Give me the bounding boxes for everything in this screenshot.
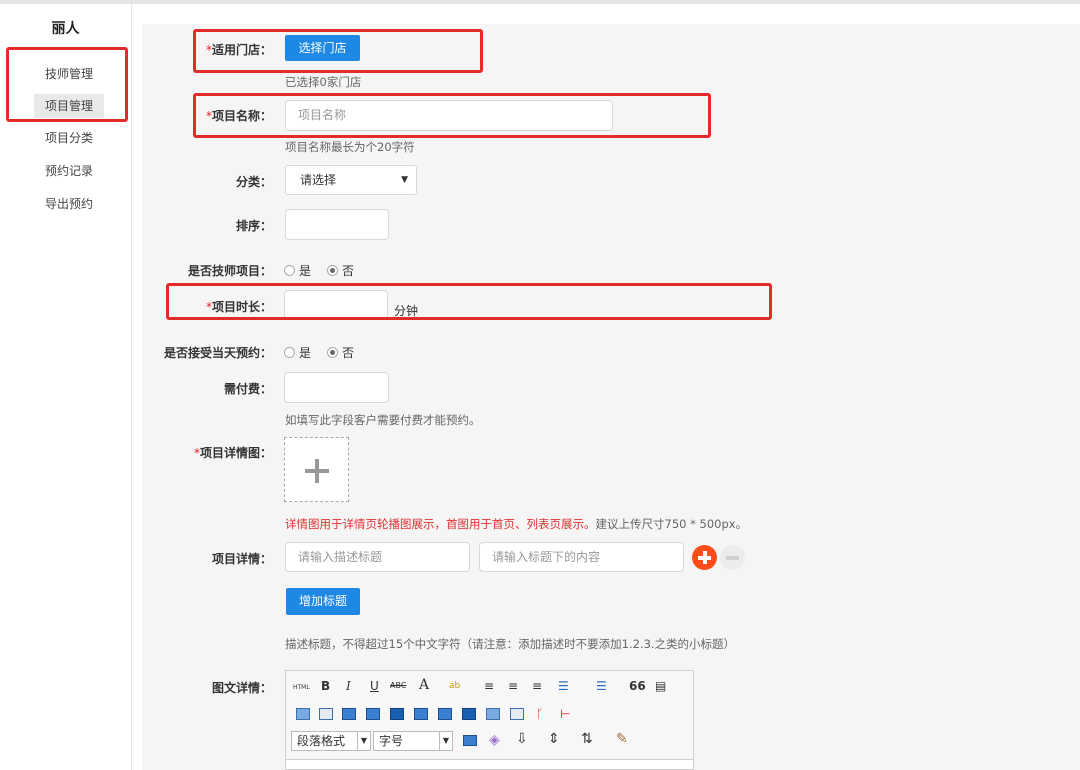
fee-label: 需付费： [223,382,272,396]
ordered-list-icon[interactable]: ☰ [596,677,607,695]
project-name-input[interactable]: 项目名称 [285,100,613,131]
sameday-label: 是否接受当天预约： [163,346,272,360]
sameday-yes-radio[interactable]: 是 [284,344,311,361]
italic-icon[interactable]: I [346,677,351,695]
detail-content-input[interactable]: 请输入标题下的内容 [479,542,684,572]
tech-no-radio[interactable]: 否 [327,262,354,279]
sidebar-item-categories[interactable]: 项目分类 [34,126,104,150]
paragraph-format-dropdown[interactable]: 段落格式 ▼ [291,731,371,751]
details-hint: 描述标题，不得超过15个中文字符（请注意：添加描述时不要添加1.2.3.之类的小… [285,637,736,651]
blockquote-icon[interactable]: 66 [629,677,646,695]
image-upload-button[interactable] [284,437,349,502]
font-color-icon[interactable]: A [419,676,429,694]
insert-row-above-icon[interactable] [342,708,356,720]
category-label: 分类： [235,175,272,189]
unordered-list-icon[interactable]: ☰ [558,677,569,695]
rich-text-editor[interactable]: HTML B I U ABC A ab ≡ ≡ ≡ ☰ ☰ 66 ▤ ᚴ ⊢ 段… [285,670,694,770]
store-label: *适用门店： [205,43,272,57]
duration-unit: 分钟 [394,304,419,318]
delete-col-icon[interactable] [462,708,476,720]
sidebar-title: 丽人 [51,21,80,37]
duration-input[interactable] [284,290,388,320]
images-hint: 详情图用于详情页轮播图展示，首图用于首页、列表页展示。建议上传尺寸750 * 5… [285,517,748,531]
format-brush-icon[interactable]: ✎ [616,731,628,747]
font-size-dropdown[interactable]: 字号 ▼ [373,731,453,751]
dropdown-arrow-icon: ▼ [439,732,452,750]
tech-yes-radio[interactable]: 是 [284,262,311,279]
sameday-no-radio[interactable]: 否 [327,344,354,361]
split-cells-icon[interactable] [510,708,524,720]
fee-hint: 如填写此字段客户需要付费才能预约。 [285,413,481,427]
split-rows-icon[interactable]: ᚴ [536,707,543,721]
dropdown-arrow-icon: ▼ [357,732,370,750]
category-select[interactable]: 请选择 ▼ [285,165,417,195]
radio-checked-icon [327,265,338,276]
sidebar-item-technicians[interactable]: 技师管理 [34,62,104,86]
align-left-icon[interactable]: ≡ [484,677,494,695]
bold-icon[interactable]: B [321,677,330,695]
form-panel [142,24,1080,770]
html-icon[interactable]: HTML [293,679,310,697]
select-store-button[interactable]: 选择门店 [285,35,360,61]
duration-label: *项目时长： [205,300,272,314]
insert-image-icon[interactable] [463,735,477,746]
row-spacing-icon[interactable]: ⇅ [581,731,593,747]
insert-table-icon[interactable] [296,708,310,720]
align-right-icon[interactable]: ≡ [532,677,542,695]
paragraph-spacing-icon[interactable]: ⇕ [548,731,560,747]
sort-input[interactable] [285,209,389,240]
fee-input[interactable] [284,372,389,403]
add-row-icon[interactable] [692,545,717,570]
radio-circle-icon [284,265,295,276]
remove-row-icon[interactable] [720,545,745,570]
details-label: 项目详情： [211,552,272,566]
eraser-icon[interactable]: ◈ [489,732,500,748]
highlight-color-icon[interactable]: ab [449,677,460,695]
insert-col-right-icon[interactable] [438,708,452,720]
store-hint: 已选择0家门店 [285,75,362,89]
split-cols-icon[interactable]: ⊢ [560,707,570,721]
underline-icon[interactable]: U [370,677,379,695]
insert-col-left-icon[interactable] [414,708,428,720]
align-center-icon[interactable]: ≡ [508,677,518,695]
name-label: *项目名称： [205,109,272,123]
delete-row-icon[interactable] [390,708,404,720]
name-hint: 项目名称最长为个20字符 [285,140,415,154]
top-border [0,0,1080,4]
add-title-button[interactable]: 增加标题 [286,588,360,615]
images-label: *项目详情图： [193,446,272,460]
category-select-value: 请选择 [300,173,337,187]
horizontal-rule-icon[interactable]: ▤ [655,677,666,695]
tech-label: 是否技师项目： [187,264,272,278]
insert-row-below-icon[interactable] [366,708,380,720]
radio-circle-icon [284,347,295,358]
merge-cells-icon[interactable] [486,708,500,720]
detail-title-input[interactable]: 请输入描述标题 [285,542,470,572]
dropdown-arrow-icon: ▼ [401,175,408,185]
editor-toolbar: HTML B I U ABC A ab ≡ ≡ ≡ ☰ ☰ 66 ▤ ᚴ ⊢ 段… [286,671,693,760]
table-header-icon[interactable] [319,708,333,720]
sort-label: 排序： [235,219,272,233]
rich-label: 图文详情： [211,681,272,695]
line-height-icon[interactable]: ⇩ [516,731,528,747]
strikethrough-icon[interactable]: ABC [390,677,406,695]
radio-checked-icon [327,347,338,358]
sidebar-item-export[interactable]: 导出预约 [34,192,104,216]
